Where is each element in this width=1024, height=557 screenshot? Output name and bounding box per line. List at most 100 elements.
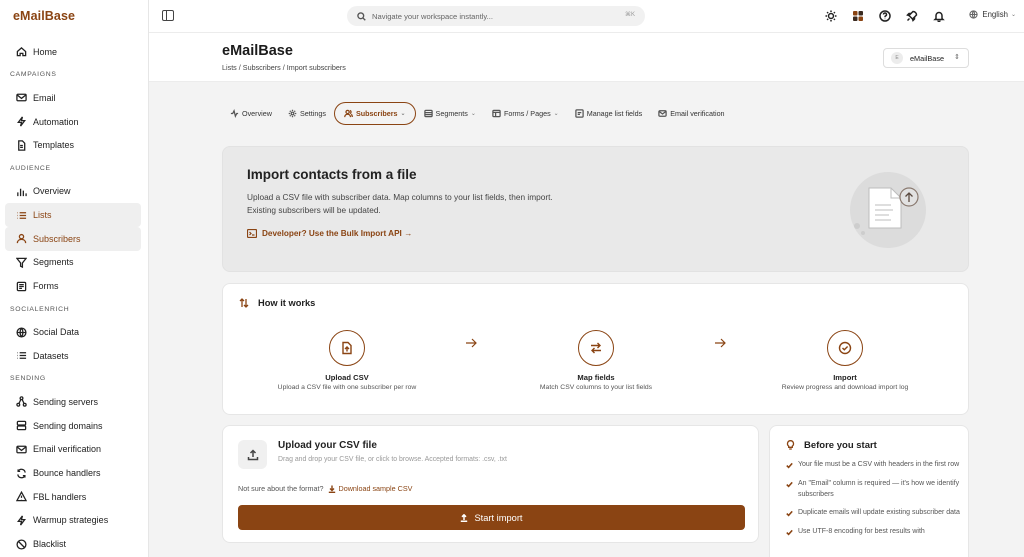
upload-dropzone[interactable] bbox=[238, 440, 267, 469]
mail-check-icon bbox=[16, 444, 27, 455]
before-you-start-card: Before you start Your file must be a CSV… bbox=[769, 425, 969, 557]
tab-overview[interactable]: Overview bbox=[222, 102, 280, 125]
step-description: Match CSV columns to your list fields bbox=[539, 384, 653, 391]
theme-toggle-icon[interactable] bbox=[824, 9, 838, 23]
sidebar-item-overview[interactable]: Overview bbox=[5, 180, 141, 204]
section-audience: AUDIENCE bbox=[10, 164, 51, 172]
step-title: Upload CSV bbox=[325, 373, 369, 382]
format-help: Not sure about the format? Download samp… bbox=[238, 484, 412, 493]
tab-settings[interactable]: Settings bbox=[280, 102, 334, 125]
bell-icon[interactable] bbox=[932, 9, 946, 23]
users-icon bbox=[344, 109, 353, 118]
sidebar-item-sending-servers[interactable]: Sending servers bbox=[5, 390, 141, 414]
checklist-item: Duplicate emails will update existing su… bbox=[786, 508, 960, 519]
sidebar-item-forms[interactable]: Forms bbox=[5, 274, 141, 298]
chevron-updown-icon: ⇕ bbox=[954, 54, 960, 61]
sidebar-item-social-data[interactable]: Social Data bbox=[5, 320, 141, 344]
upload-title: Upload your CSV file bbox=[278, 440, 377, 451]
sidebar-item-label: Warmup strategies bbox=[33, 515, 109, 526]
tab-email-verification[interactable]: Email verification bbox=[650, 102, 732, 125]
globe-icon bbox=[969, 10, 979, 19]
filter-icon bbox=[16, 257, 27, 268]
sidebar-item-blacklist[interactable]: Blacklist bbox=[5, 532, 141, 556]
download-sample-label: Download sample CSV bbox=[338, 484, 413, 493]
start-import-button[interactable]: Start import bbox=[238, 505, 745, 530]
tab-forms-pages[interactable]: Forms / Pages ⌄ bbox=[484, 102, 567, 125]
sidebar-item-email[interactable]: Email bbox=[5, 86, 141, 110]
step-upload-csv: Upload CSV Upload a CSV file with one su… bbox=[247, 330, 447, 391]
chevron-down-icon: ⌄ bbox=[400, 111, 406, 117]
tab-label: Email verification bbox=[670, 109, 725, 118]
breadcrumb-lists[interactable]: Lists bbox=[222, 63, 237, 72]
refresh-icon bbox=[16, 468, 27, 479]
language-label: English bbox=[982, 10, 1008, 19]
sidebar-item-sending-domains[interactable]: Sending domains bbox=[5, 414, 141, 438]
search-input[interactable]: Navigate your workspace instantly... ⌘K bbox=[347, 6, 645, 26]
sidebar-item-segments[interactable]: Segments bbox=[5, 251, 141, 275]
upload-icon bbox=[461, 513, 468, 522]
tab-label: Segments bbox=[435, 109, 468, 118]
download-sample-link[interactable]: Download sample CSV bbox=[328, 484, 413, 493]
tab-manage-list-fields[interactable]: Manage list fields bbox=[567, 102, 651, 125]
breadcrumb-subscribers[interactable]: Subscribers bbox=[243, 63, 281, 72]
sidebar-item-label: Blacklist bbox=[33, 539, 67, 550]
check-icon bbox=[786, 481, 793, 488]
bolt-icon bbox=[16, 116, 27, 127]
sidebar-item-datasets[interactable]: Datasets bbox=[5, 344, 141, 368]
upload-card: Upload your CSV file Drag and drop your … bbox=[222, 425, 759, 543]
topbar: Navigate your workspace instantly... ⌘K … bbox=[149, 0, 1024, 33]
tab-segments[interactable]: Segments ⌄ bbox=[416, 102, 484, 125]
page-header: eMailBase Lists / Subscribers / Import s… bbox=[149, 33, 1024, 82]
sidebar-item-warmup-strategies[interactable]: Warmup strategies bbox=[5, 509, 141, 533]
account-switcher[interactable]: E eMailBase ⇕ bbox=[883, 48, 969, 68]
check-icon bbox=[786, 530, 793, 536]
sidebar-item-subscribers[interactable]: Subscribers bbox=[5, 226, 141, 251]
step-description: Upload a CSV file with one subscriber pe… bbox=[277, 384, 417, 391]
how-title: How it works bbox=[258, 298, 316, 308]
step-map-fields: Map fields Match CSV columns to your lis… bbox=[496, 330, 696, 391]
import-hero: Import contacts from a file Upload a CSV… bbox=[222, 146, 969, 272]
sidebar-item-bounce-handlers[interactable]: Bounce handlers bbox=[5, 461, 141, 485]
sidebar-item-label: Social Data bbox=[33, 327, 80, 338]
file-upload-illustration bbox=[850, 172, 926, 248]
topbar-icons bbox=[824, 9, 959, 23]
tab-label: Manage list fields bbox=[586, 109, 643, 118]
sidebar-item-email-verification[interactable]: Email verification bbox=[5, 438, 141, 462]
sidebar-item-label: Lists bbox=[33, 210, 52, 221]
start-import-label: Start import bbox=[474, 512, 523, 523]
upload-hint[interactable]: Drag and drop your CSV file, or click to… bbox=[278, 456, 507, 463]
sidebar-toggle-icon[interactable] bbox=[162, 10, 174, 21]
tab-subscribers[interactable]: Subscribers ⌄ bbox=[333, 102, 416, 125]
sidebar-item-lists[interactable]: Lists bbox=[5, 203, 141, 227]
mail-icon bbox=[16, 92, 27, 103]
sidebar-item-label: Bounce handlers bbox=[33, 468, 101, 479]
app-logo[interactable]: eMailBase bbox=[13, 9, 75, 23]
sidebar-item-label: Overview bbox=[33, 186, 71, 197]
checklist-item: An "Email" column is required — it's how… bbox=[786, 479, 960, 501]
tab-label: Overview bbox=[242, 109, 272, 118]
sidebar-item-fbl-handlers[interactable]: FBL handlers bbox=[5, 485, 141, 509]
checklist-text: Use UTF-8 encoding for best results with bbox=[798, 528, 925, 536]
checklist-item: Use UTF-8 encoding for best results with bbox=[786, 527, 960, 538]
search-shortcut: ⌘K bbox=[624, 12, 635, 18]
apps-icon[interactable] bbox=[851, 9, 865, 23]
sidebar-item-templates[interactable]: Templates bbox=[5, 133, 141, 157]
tab-label: Subscribers bbox=[355, 109, 398, 118]
list-tabs: Overview Settings Subscribers ⌄ Segments… bbox=[222, 102, 733, 125]
sidebar-item-automation[interactable]: Automation bbox=[5, 110, 141, 134]
server-icon bbox=[16, 420, 27, 431]
check-circle-icon bbox=[827, 330, 863, 366]
rocket-icon[interactable] bbox=[905, 9, 919, 23]
warning-icon bbox=[16, 491, 27, 502]
mail-icon bbox=[658, 110, 667, 117]
list-icon bbox=[16, 210, 27, 221]
bolt-icon bbox=[16, 515, 27, 526]
help-icon[interactable] bbox=[878, 9, 892, 23]
sidebar-item-label: Templates bbox=[33, 140, 75, 151]
bulk-import-api-link[interactable]: Developer? Use the Bulk Import API → bbox=[247, 229, 412, 238]
language-selector[interactable]: English ⌄ bbox=[969, 10, 1016, 19]
sidebar-item-home[interactable]: Home bbox=[5, 40, 141, 64]
page-title: eMailBase bbox=[222, 43, 293, 59]
sidebar-item-label: Sending servers bbox=[33, 396, 99, 407]
sidebar-item-label: Forms bbox=[33, 281, 59, 292]
